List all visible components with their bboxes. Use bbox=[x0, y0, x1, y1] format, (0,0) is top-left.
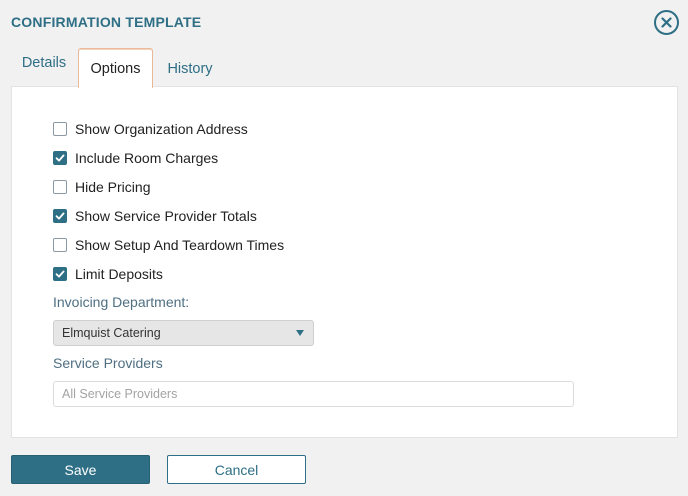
cancel-button[interactable]: Cancel bbox=[167, 455, 306, 484]
option-limit-deposits[interactable]: Limit Deposits bbox=[53, 265, 163, 283]
checkbox[interactable] bbox=[53, 122, 67, 136]
dialog-title: CONFIRMATION TEMPLATE bbox=[11, 14, 202, 30]
tab-details[interactable]: Details bbox=[11, 42, 77, 83]
service-providers-input[interactable] bbox=[53, 381, 574, 407]
invoicing-department-label: Invoicing Department: bbox=[53, 294, 190, 310]
service-providers-label: Service Providers bbox=[53, 355, 163, 371]
checkmark-icon bbox=[55, 212, 65, 220]
checkbox[interactable] bbox=[53, 267, 67, 281]
tab-history[interactable]: History bbox=[159, 48, 221, 89]
option-label: Show Organization Address bbox=[75, 121, 248, 137]
checkbox[interactable] bbox=[53, 151, 67, 165]
checkbox[interactable] bbox=[53, 209, 67, 223]
option-label: Show Setup And Teardown Times bbox=[75, 237, 285, 253]
option-label: Show Service Provider Totals bbox=[75, 208, 257, 224]
tab-bar: Details Options History bbox=[11, 46, 678, 89]
option-hide-pricing[interactable]: Hide Pricing bbox=[53, 178, 150, 196]
invoicing-department-select[interactable]: Elmquist Catering bbox=[53, 320, 314, 346]
caret-down-icon bbox=[296, 330, 304, 336]
checkmark-icon bbox=[55, 270, 65, 278]
option-show-organization-address[interactable]: Show Organization Address bbox=[53, 120, 248, 138]
option-show-service-provider-totals[interactable]: Show Service Provider Totals bbox=[53, 207, 257, 225]
option-label: Include Room Charges bbox=[75, 150, 219, 166]
checkmark-icon bbox=[55, 154, 65, 162]
save-button[interactable]: Save bbox=[11, 455, 150, 484]
select-value: Elmquist Catering bbox=[62, 326, 161, 340]
checkbox[interactable] bbox=[53, 180, 67, 194]
checkbox[interactable] bbox=[53, 238, 67, 252]
option-label: Limit Deposits bbox=[75, 266, 163, 282]
option-show-setup-teardown-times[interactable]: Show Setup And Teardown Times bbox=[53, 236, 284, 254]
option-include-room-charges[interactable]: Include Room Charges bbox=[53, 149, 218, 167]
tab-options[interactable]: Options bbox=[78, 48, 153, 88]
option-label: Hide Pricing bbox=[75, 179, 151, 195]
close-icon bbox=[661, 17, 672, 28]
options-panel: Show Organization Address Include Room C… bbox=[11, 86, 678, 438]
close-button[interactable] bbox=[654, 10, 679, 35]
